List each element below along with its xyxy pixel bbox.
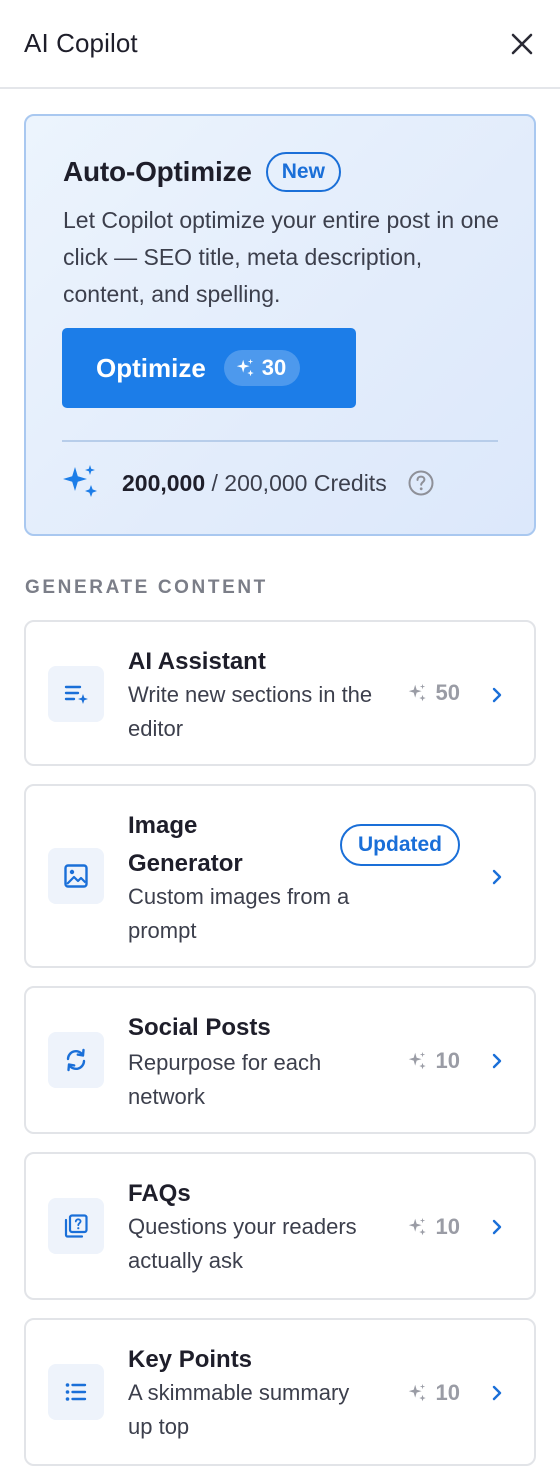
tool-card-image-generator[interactable]: Image Generator Custom images from a pro… bbox=[24, 784, 536, 968]
tool-icon-box bbox=[48, 666, 104, 722]
chevron-right-icon bbox=[490, 1218, 504, 1236]
tool-card-ai-assistant[interactable]: AI Assistant Write new sections in the e… bbox=[24, 620, 536, 766]
tool-title: Social Posts bbox=[128, 1014, 271, 1041]
sparkles-icon bbox=[236, 358, 254, 377]
auto-optimize-description: Let Copilot optimize your entire post in… bbox=[63, 207, 499, 307]
optimize-cost-pill: 30 bbox=[223, 350, 301, 386]
tool-card-faqs[interactable]: FAQs Questions your readers actually ask… bbox=[24, 1152, 536, 1300]
tool-cost-value: 10 bbox=[435, 1380, 460, 1405]
auto-optimize-title: Auto-Optimize bbox=[63, 156, 252, 187]
tool-title: AI Assistant bbox=[128, 648, 266, 675]
optimize-cost-value: 30 bbox=[261, 355, 287, 380]
tool-cost: 50 bbox=[406, 680, 460, 706]
tool-icon-box bbox=[48, 1364, 104, 1420]
sparkles-icon bbox=[408, 1051, 426, 1070]
refresh-icon bbox=[66, 1048, 86, 1072]
tool-cost-value: 10 bbox=[435, 1214, 460, 1239]
tool-icon-box bbox=[48, 848, 104, 904]
sparkles-icon bbox=[63, 465, 97, 497]
tool-description: Repurpose for each network bbox=[128, 1050, 322, 1109]
tool-icon-box bbox=[48, 1032, 104, 1088]
panel-title: AI Copilot bbox=[24, 28, 138, 58]
optimize-button[interactable]: Optimize 30 bbox=[62, 328, 356, 408]
chevron-right-icon bbox=[490, 868, 504, 886]
chevron-right-icon bbox=[490, 1384, 504, 1402]
tool-cost: 10 bbox=[406, 1380, 460, 1406]
section-label-generate-content: GENERATE CONTENT bbox=[25, 577, 268, 598]
question-square-icon bbox=[64, 1214, 88, 1238]
auto-optimize-card: Auto-Optimize New Let Copilot optimize y… bbox=[24, 114, 536, 536]
chevron-right-icon bbox=[490, 686, 504, 704]
credits-total: / 200,000 Credits bbox=[211, 469, 387, 496]
list-icon bbox=[65, 1383, 87, 1401]
auto-optimize-title-row: Auto-Optimize New bbox=[63, 152, 341, 192]
credits-text: 200,000 / 200,000 Credits bbox=[122, 470, 387, 497]
tool-description: Questions your readers actually ask bbox=[128, 1214, 357, 1273]
question-circle-icon bbox=[408, 470, 434, 496]
optimize-button-label: Optimize bbox=[96, 352, 206, 383]
tool-cost: 10 bbox=[406, 1048, 460, 1074]
image-icon bbox=[64, 864, 88, 888]
tool-description: Write new sections in the editor bbox=[128, 682, 373, 741]
tool-card-key-points[interactable]: Key Points A skimmable summary up top 10 bbox=[24, 1318, 536, 1466]
text-sparkle-icon bbox=[64, 685, 88, 704]
close-icon bbox=[511, 33, 533, 54]
credits-remaining: 200,000 bbox=[122, 469, 206, 496]
tool-description: A skimmable summary up top bbox=[128, 1380, 350, 1439]
chevron-right-icon bbox=[490, 1052, 504, 1070]
updated-badge: Updated bbox=[340, 824, 460, 866]
credits-help-button[interactable] bbox=[407, 469, 435, 497]
sparkles-icon bbox=[408, 683, 426, 702]
tool-cost-value: 50 bbox=[435, 680, 460, 705]
close-button[interactable] bbox=[506, 28, 538, 60]
promo-divider bbox=[62, 440, 498, 442]
panel-header: AI Copilot bbox=[0, 0, 560, 89]
tool-card-social-posts[interactable]: Social Posts Repurpose for each network … bbox=[24, 986, 536, 1134]
tool-title: Image Generator bbox=[128, 812, 243, 877]
tool-title: FAQs bbox=[128, 1180, 191, 1207]
credits-row: 200,000 / 200,000 Credits bbox=[60, 462, 435, 504]
sparkles-icon bbox=[408, 1383, 426, 1402]
tool-title: Key Points bbox=[128, 1346, 253, 1373]
sparkles-icon bbox=[408, 1217, 426, 1236]
tool-icon-box bbox=[48, 1198, 104, 1254]
tool-cost: 10 bbox=[406, 1214, 460, 1240]
new-badge: New bbox=[265, 152, 341, 192]
tool-description: Custom images from a prompt bbox=[128, 884, 350, 943]
tool-cost-value: 10 bbox=[435, 1048, 460, 1073]
